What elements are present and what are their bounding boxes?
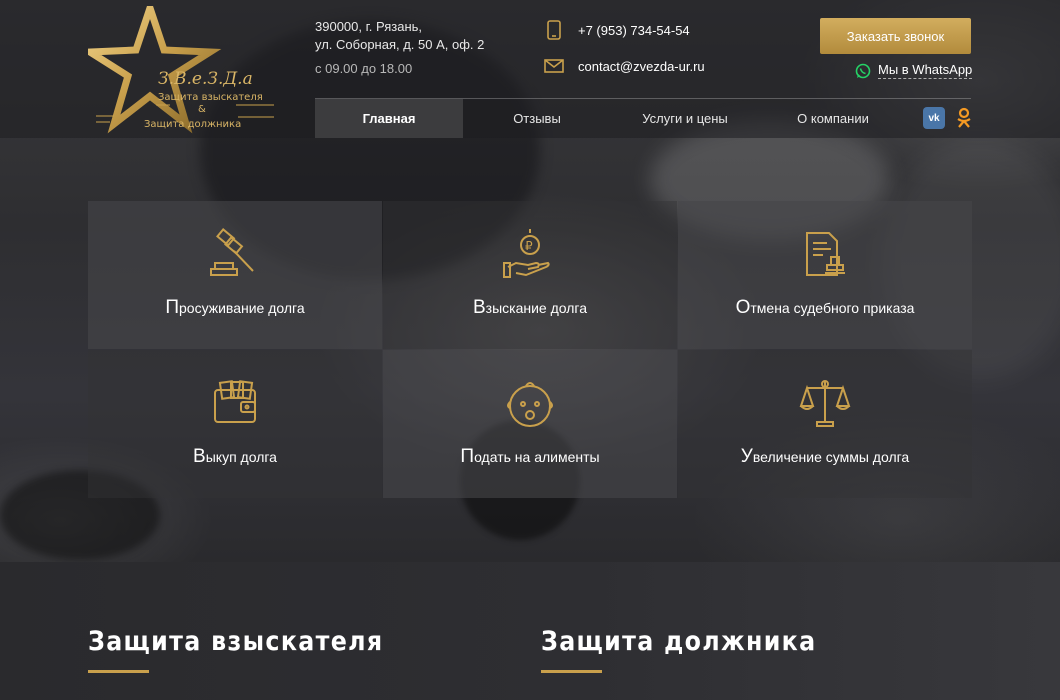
address: 390000, г. Рязань, ул. Соборная, д. 50 А… [315,18,484,54]
service-label: Просуживание долга [165,297,305,318]
svg-text:&: & [198,104,206,115]
debtor-protection-title: Защита должника [541,626,817,657]
coin-hand-icon: ₽ [502,227,558,283]
vk-icon[interactable]: vk [923,107,945,129]
email-contact[interactable]: contact@zvezda-ur.ru [544,56,705,76]
title-underline [88,670,149,673]
phone-number[interactable]: +7 (953) 734-54-54 [578,23,690,38]
service-label: Отмена судебного приказа [735,297,915,318]
creditor-protection-title: Защита взыскателя [88,626,384,657]
service-card-debt-collection[interactable]: ₽ Взыскание долга [383,201,677,349]
nav-item-home[interactable]: Главная [315,99,463,138]
callback-button[interactable]: Заказать звонок [820,18,971,54]
phone-contact[interactable]: +7 (953) 734-54-54 [544,20,690,40]
odnoklassniki-icon[interactable] [953,107,975,129]
services-grid: Просуживание долга ₽ Взыскание долга Отм… [88,201,972,499]
envelope-icon [544,56,564,76]
svg-text:₽: ₽ [525,239,533,253]
whatsapp-icon [855,63,871,79]
baby-face-icon [502,376,558,432]
service-label: Взыскание долга [472,297,588,318]
wallet-icon [207,376,263,432]
gavel-icon [207,227,263,283]
whatsapp-label[interactable]: Мы в WhatsApp [878,62,973,79]
service-label: Выкуп долга [193,446,277,467]
service-card-debt-buyout[interactable]: Выкуп долга [88,350,382,498]
main-nav: Главная Отзывы Услуги и цены О компании [315,99,907,138]
svg-text:Защита взыскателя: Защита взыскателя [158,92,263,103]
address-line-1: 390000, г. Рязань, [315,19,423,34]
nav-item-services[interactable]: Услуги и цены [611,99,759,138]
working-hours: с 09.00 до 18.00 [315,61,413,76]
nav-item-about[interactable]: О компании [759,99,907,138]
whatsapp-link[interactable]: Мы в WhatsApp [855,62,973,79]
star-logo-icon: З.В.е.З.Д.а Защита взыскателя & Защита д… [88,6,274,134]
site-header: З.В.е.З.Д.а Защита взыскателя & Защита д… [0,0,1060,138]
service-card-cancel-court-order[interactable]: Отмена судебного приказа [678,201,972,349]
stamped-document-icon [797,227,853,283]
service-card-debt-lawsuit[interactable]: Просуживание долга [88,201,382,349]
svg-text:З.В.е.З.Д.а: З.В.е.З.Д.а [158,69,253,89]
nav-item-reviews[interactable]: Отзывы [463,99,611,138]
service-label: Подать на алименты [460,446,600,467]
title-underline [541,670,602,673]
email-address[interactable]: contact@zvezda-ur.ru [578,59,705,74]
logo[interactable]: З.В.е.З.Д.а Защита взыскателя & Защита д… [88,6,278,134]
address-line-2: ул. Соборная, д. 50 А, оф. 2 [315,37,485,52]
svg-text:Защита должника: Защита должника [144,119,241,130]
phone-icon [544,20,564,40]
service-label: Увеличение суммы долга [740,446,910,467]
service-card-increase-debt[interactable]: Увеличение суммы долга [678,350,972,498]
scales-icon [797,376,853,432]
service-card-alimony[interactable]: Подать на алименты [383,350,677,498]
